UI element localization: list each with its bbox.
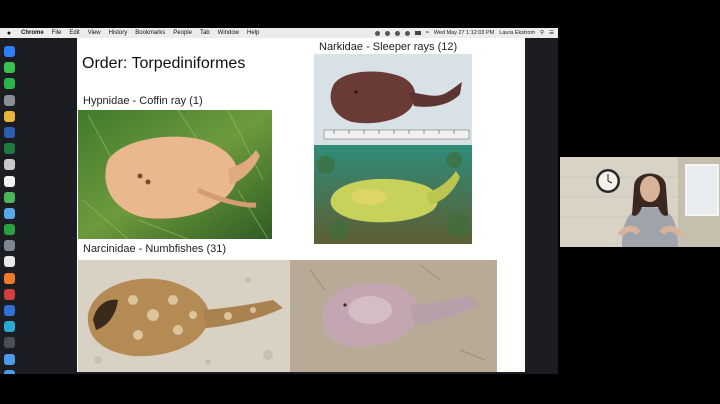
app-icon[interactable] bbox=[4, 288, 15, 300]
hypnidae-label: Hypnidae - Coffin ray (1) bbox=[83, 95, 203, 107]
settings-icon[interactable] bbox=[4, 94, 15, 106]
dock bbox=[2, 46, 18, 374]
excel-icon[interactable] bbox=[4, 143, 15, 155]
status-icon[interactable] bbox=[384, 30, 390, 36]
app-icon[interactable] bbox=[4, 337, 15, 349]
search-icon[interactable]: ⚲ bbox=[540, 30, 544, 36]
notes-icon[interactable] bbox=[4, 175, 15, 187]
menu-help[interactable]: Help bbox=[247, 30, 259, 36]
facetime-icon[interactable] bbox=[4, 78, 15, 90]
status-icon[interactable] bbox=[374, 30, 380, 36]
status-icon[interactable] bbox=[404, 30, 410, 36]
app-icon[interactable] bbox=[4, 240, 15, 252]
sleeper-ray-photo bbox=[314, 145, 472, 244]
preview-icon[interactable] bbox=[4, 159, 15, 171]
slide-title: Order: Torpediniformes bbox=[82, 55, 246, 72]
menu-app-name[interactable]: Chrome bbox=[21, 30, 44, 36]
menu-list-icon[interactable]: ☰ bbox=[549, 30, 554, 36]
folder-icon[interactable] bbox=[4, 353, 15, 365]
edge-icon[interactable] bbox=[4, 321, 15, 333]
folder-icon[interactable] bbox=[4, 369, 15, 374]
messages-icon[interactable] bbox=[4, 62, 15, 74]
firefox-icon[interactable] bbox=[4, 272, 15, 284]
menu-tab[interactable]: Tab bbox=[200, 30, 210, 36]
menu-view[interactable]: View bbox=[88, 30, 101, 36]
zoom-icon[interactable] bbox=[4, 305, 15, 316]
shared-screen: ● Chrome File Edit View History Bookmark… bbox=[0, 28, 558, 374]
photos-icon[interactable] bbox=[4, 256, 15, 268]
menu-people[interactable]: People bbox=[173, 30, 192, 36]
word-icon[interactable] bbox=[4, 126, 15, 138]
menu-history[interactable]: History bbox=[109, 30, 128, 36]
clock-text[interactable]: Wed May 27 1:12:03 PM bbox=[434, 30, 494, 36]
status-area: ≈ Wed May 27 1:12:03 PM Laura Ekstrom ⚲ … bbox=[374, 28, 554, 38]
coffin-ray-photo bbox=[78, 110, 272, 239]
skype-icon[interactable] bbox=[4, 207, 15, 219]
wifi-icon[interactable]: ≈ bbox=[426, 30, 429, 36]
battery-icon[interactable] bbox=[414, 31, 421, 35]
menu-window[interactable]: Window bbox=[218, 30, 239, 36]
menu-file[interactable]: File bbox=[52, 30, 62, 36]
presentation-slide: Order: Torpediniformes Narkidae - Sleepe… bbox=[77, 38, 525, 372]
numbfish-photo bbox=[78, 260, 290, 372]
narkidae-label: Narkidae - Sleeper rays (12) bbox=[319, 41, 458, 53]
menu-bookmarks[interactable]: Bookmarks bbox=[135, 30, 165, 36]
menu-bar: ● Chrome File Edit View History Bookmark… bbox=[0, 28, 558, 38]
app-icon[interactable] bbox=[4, 191, 15, 203]
presenter-webcam bbox=[560, 157, 720, 247]
apple-icon[interactable]: ● bbox=[5, 30, 13, 37]
narcinidae-label: Narcinidae - Numbfishes (31) bbox=[83, 243, 227, 255]
app-icon[interactable] bbox=[4, 224, 15, 236]
status-icon[interactable] bbox=[394, 30, 400, 36]
user-name[interactable]: Laura Ekstrom bbox=[499, 30, 535, 36]
sleeper-ray-photo bbox=[314, 54, 472, 145]
chrome-icon[interactable] bbox=[4, 110, 15, 122]
numbfish-photo bbox=[290, 260, 497, 372]
finder-icon[interactable] bbox=[4, 46, 15, 57]
menu-edit[interactable]: Edit bbox=[69, 30, 79, 36]
